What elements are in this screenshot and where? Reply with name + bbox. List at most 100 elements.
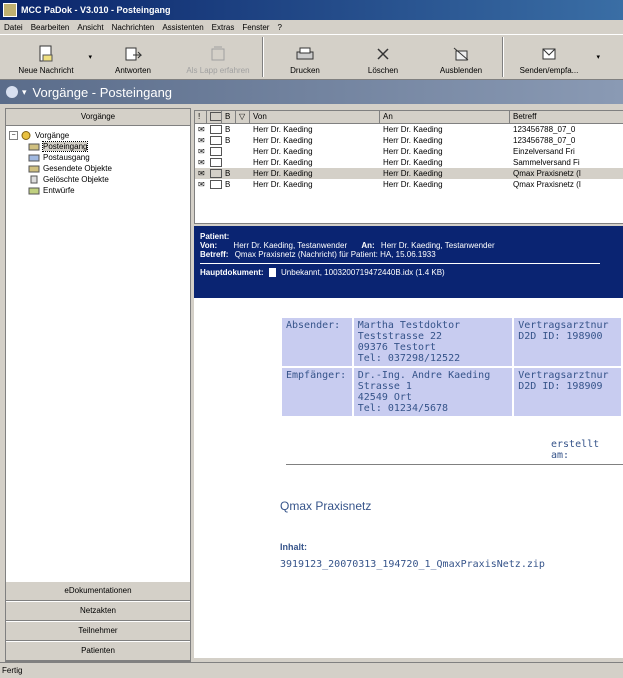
tree-item-label: Postausgang (43, 153, 90, 162)
envelope-icon (210, 169, 222, 179)
status-text: Fertig (2, 666, 23, 675)
table-row-selected[interactable]: ✉ B Herr Dr. Kaeding Herr Dr. Kaeding Qmax P… (195, 168, 623, 179)
table-row[interactable]: ✉ Herr Dr. Kaeding Herr Dr. Kaeding Einzelv… (195, 146, 623, 157)
col-type[interactable] (207, 111, 222, 123)
envelope-icon (210, 136, 222, 146)
sidebar-button-teilnehmer[interactable]: Teilnehmer (6, 621, 190, 641)
envelope-icon (210, 147, 222, 157)
read-icon: ✉ (198, 147, 205, 156)
qmax-title: Qmax Praxisnetz (280, 499, 372, 513)
row-subject: Sammelversand Fi (513, 158, 580, 167)
tree-item-entwuerfe[interactable]: Entwürfe (6, 185, 190, 196)
deleted-items-icon (30, 175, 38, 184)
empfaenger-line: Dr.-Ing. Andre Kaeding (357, 370, 491, 381)
col-an[interactable]: An (380, 111, 510, 123)
envelope-icon (210, 180, 222, 190)
section-header: ▾ Vorgänge - Posteingang (0, 80, 623, 104)
menu-ansicht[interactable]: Ansicht (73, 23, 107, 32)
list-header: ! B ▽ Von An Betreff (195, 111, 623, 124)
an-label: An: (361, 241, 375, 250)
tree-item-postausgang[interactable]: Postausgang (6, 152, 190, 163)
envelope-icon (210, 125, 222, 135)
absender-line: Tel: 037298/12522 (357, 353, 461, 364)
envelope-icon (210, 158, 222, 168)
read-icon: ✉ (198, 136, 205, 145)
hide-label: Ausblenden (439, 66, 483, 75)
table-row[interactable]: ✉ B Herr Dr. Kaeding Herr Dr. Kaeding Qmax P… (195, 179, 623, 190)
empfaenger-line: 42549 Ort (357, 392, 412, 403)
print-button[interactable]: Drucken (264, 35, 346, 79)
title-bar: MCC PaDok - V3.010 - Posteingang (0, 0, 623, 20)
absender-line: Martha Testdoktor (357, 320, 461, 331)
col-priority[interactable]: ! (195, 111, 207, 123)
menu-nachrichten[interactable]: Nachrichten (108, 23, 159, 32)
outbox-icon (28, 154, 40, 162)
empfaenger-label: Empfänger: (282, 368, 352, 416)
send-receive-button[interactable]: Senden/empfa... ▾ (504, 35, 600, 79)
read-icon: ✉ (198, 180, 205, 189)
menu-help[interactable]: ? (273, 23, 285, 32)
reply-label: Antworten (114, 66, 152, 75)
sidebar-heading: Vorgänge (6, 109, 190, 126)
menu-extras[interactable]: Extras (208, 23, 239, 32)
col-von[interactable]: Von (250, 111, 380, 123)
sidebar-button-netzakten[interactable]: Netzakten (6, 601, 190, 621)
row-from: Herr Dr. Kaeding (253, 136, 313, 145)
patient-label: Patient: (200, 232, 230, 241)
menu-bearbeiten[interactable]: Bearbeiten (27, 23, 74, 32)
sidebar-button-patienten[interactable]: Patienten (6, 641, 190, 661)
tree-item-root[interactable]: − Vorgänge (6, 130, 190, 141)
sidebar-button-edokumentationen[interactable]: eDokumentationen (6, 581, 190, 601)
status-bar: Fertig (0, 662, 623, 677)
tree-item-geloeschte-objekte[interactable]: Gelöschte Objekte (6, 174, 190, 185)
reply-icon (123, 45, 143, 63)
preview-header: Patient: Von: Herr Dr. Kaeding, Testanwe… (194, 226, 623, 298)
new-message-button[interactable]: Neue Nachricht ▾ (0, 35, 92, 79)
delete-button[interactable]: Löschen (346, 35, 420, 79)
delete-x-icon (373, 45, 393, 63)
row-to: Herr Dr. Kaeding (383, 180, 443, 189)
document-icon (268, 268, 276, 278)
menu-assistenten[interactable]: Assistenten (158, 23, 207, 32)
sidebar-buttons: eDokumentationen Netzakten Teilnehmer Pa… (6, 581, 190, 661)
an-value: Herr Dr. Kaeding, Testanwender (380, 241, 495, 250)
absender-info: Vertragsarztnur D2D ID: 198900 (514, 318, 621, 366)
hauptdokument-label: Hauptdokument: (200, 268, 264, 277)
menu-fenster[interactable]: Fenster (238, 23, 273, 32)
empfaenger-address: Dr.-Ing. Andre Kaeding Strasse 1 42549 O… (353, 368, 513, 416)
drafts-icon (28, 187, 40, 195)
disabled-toolbar-label: Als Lapp erfahren (186, 66, 250, 75)
tree-item-gesendete-objekte[interactable]: Gesendete Objekte (6, 163, 190, 174)
row-from: Herr Dr. Kaeding (253, 169, 313, 178)
row-b: B (225, 169, 231, 178)
section-title: Vorgänge - Posteingang (32, 84, 173, 100)
collapse-toggle-icon[interactable]: − (9, 131, 18, 140)
row-to: Herr Dr. Kaeding (383, 158, 443, 167)
table-row[interactable]: ✉ B Herr Dr. Kaeding Herr Dr. Kaeding 123456… (195, 124, 623, 135)
disabled-toolbar-button[interactable]: Als Lapp erfahren (174, 35, 262, 79)
menu-datei[interactable]: Datei (0, 23, 27, 32)
chevron-down-icon[interactable]: ▾ (22, 87, 27, 98)
row-to: Herr Dr. Kaeding (383, 125, 443, 134)
send-receive-dropdown-icon[interactable]: ▾ (596, 53, 600, 61)
header-divider (200, 263, 600, 264)
row-to: Herr Dr. Kaeding (383, 136, 443, 145)
reply-button[interactable]: Antworten (92, 35, 174, 79)
von-label: Von: (200, 241, 218, 250)
absender-line: 09376 Testort (357, 342, 437, 353)
app-icon (3, 3, 17, 17)
row-b: B (225, 180, 231, 189)
col-flag[interactable]: ▽ (236, 111, 250, 123)
col-b[interactable]: B (222, 111, 236, 123)
table-row[interactable]: ✉ Herr Dr. Kaeding Herr Dr. Kaeding Sammelv… (195, 157, 623, 168)
read-icon: ✉ (198, 125, 205, 134)
col-betreff[interactable]: Betreff (510, 111, 623, 123)
tree-item-posteingang[interactable]: Posteingang (6, 141, 190, 152)
attachment-link[interactable]: 3919123_20070313_194720_1_QmaxPraxisNetz… (280, 559, 545, 570)
menu-bar: Datei Bearbeiten Ansicht Nachrichten Ass… (0, 20, 623, 34)
hide-button[interactable]: Ausblenden (420, 35, 502, 79)
table-row[interactable]: ✉ B Herr Dr. Kaeding Herr Dr. Kaeding 123456… (195, 135, 623, 146)
sent-items-icon (28, 165, 40, 173)
hauptdokument-link[interactable]: Unbekannt, 1003200719472440B.idx (1.4 KB… (281, 268, 445, 277)
row-b (222, 157, 236, 168)
